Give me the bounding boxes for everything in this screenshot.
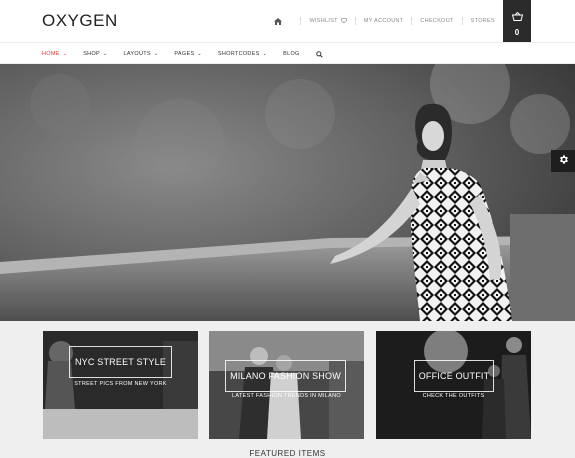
category-subtitle: STREET PICS FROM NEW YORK [74,381,167,387]
category-title-box: MILANO FASHION SHOW [225,360,346,392]
chevron-down-icon: ⌄ [103,51,108,57]
category-card-nyc[interactable]: NYC STREET STYLE STREET PICS FROM NEW YO… [43,331,198,439]
nav-item-label: PAGES [174,51,195,57]
category-title-box: NYC STREET STYLE [69,346,172,378]
nav-item-shortcodes[interactable]: SHORTCODES ⌄ [218,51,267,57]
site-logo[interactable]: OXYGEN [42,11,118,31]
nav-item-pages[interactable]: PAGES ⌄ [174,51,202,57]
wishlist-link[interactable]: WISHLIST [309,17,347,25]
category-card-office[interactable]: OFFICE OUTFIT CHECK THE OUTFITS [376,331,531,439]
nav-item-label: BLOG [283,51,300,57]
featured-heading: FEATURED ITEMS [249,449,326,458]
checkout-link[interactable]: CHECKOUT [420,18,453,24]
my-account-link[interactable]: MY ACCOUNT [364,18,404,24]
nav-item-label: LAYOUTS [123,51,151,57]
divider [354,17,356,25]
hero-banner[interactable] [0,64,575,321]
chevron-down-icon: ⌄ [62,51,68,57]
heart-icon [340,17,347,25]
header: OXYGEN WISHLIST MY ACCOUNT CHECKOUT STOR… [0,0,575,42]
top-links: WISHLIST MY ACCOUNT CHECKOUT STORES [274,17,495,25]
page: OXYGEN WISHLIST MY ACCOUNT CHECKOUT STOR… [0,0,575,458]
divider [461,17,463,25]
hero-image [0,64,575,321]
category-title: OFFICE OUTFIT [418,371,490,381]
category-title: NYC STREET STYLE [74,357,167,367]
nav-item-blog[interactable]: BLOG [283,51,299,57]
nav-item-layouts[interactable]: LAYOUTS ⌄ [124,51,159,57]
chevron-down-icon: ⌄ [197,51,202,57]
category-subtitle: CHECK THE OUTFITS [422,393,485,399]
category-subtitle: LATEST FASHION TRENDS IN MILANO [232,393,341,399]
settings-button[interactable] [551,150,575,172]
nav-item-shop[interactable]: SHOP ⌄ [83,51,107,57]
divider [300,17,302,25]
basket-icon [511,8,523,26]
home-icon[interactable] [274,17,283,25]
category-title-box: OFFICE OUTFIT [414,360,494,392]
nav-item-label: SHORTCODES [217,51,260,57]
divider [411,17,413,25]
cart-count: 0 [514,28,520,37]
gear-icon [558,152,569,170]
chevron-down-icon: ⌄ [262,51,268,57]
nav-item-home[interactable]: HOME ⌄ [42,51,67,57]
stores-link[interactable]: STORES [471,18,495,24]
search-icon[interactable] [315,50,323,58]
category-section: NYC STREET STYLE STREET PICS FROM NEW YO… [0,321,575,458]
nav-item-label: HOME [42,51,60,57]
main-nav: HOME ⌄ SHOP ⌄ LAYOUTS ⌄ PAGES ⌄ SHORTCODES ⌄ BLOG [0,42,575,64]
nav-items: HOME ⌄ SHOP ⌄ LAYOUTS ⌄ PAGES ⌄ SHORTCODES ⌄ BLOG [42,43,339,65]
nav-item-label: SHOP [83,51,100,57]
wishlist-label: WISHLIST [309,18,338,24]
chevron-down-icon: ⌄ [153,51,159,57]
cart-button[interactable]: 0 [503,0,531,42]
category-card-milano[interactable]: MILANO FASHION SHOW LATEST FASHION TREND… [209,331,364,439]
category-title: MILANO FASHION SHOW [230,371,341,381]
